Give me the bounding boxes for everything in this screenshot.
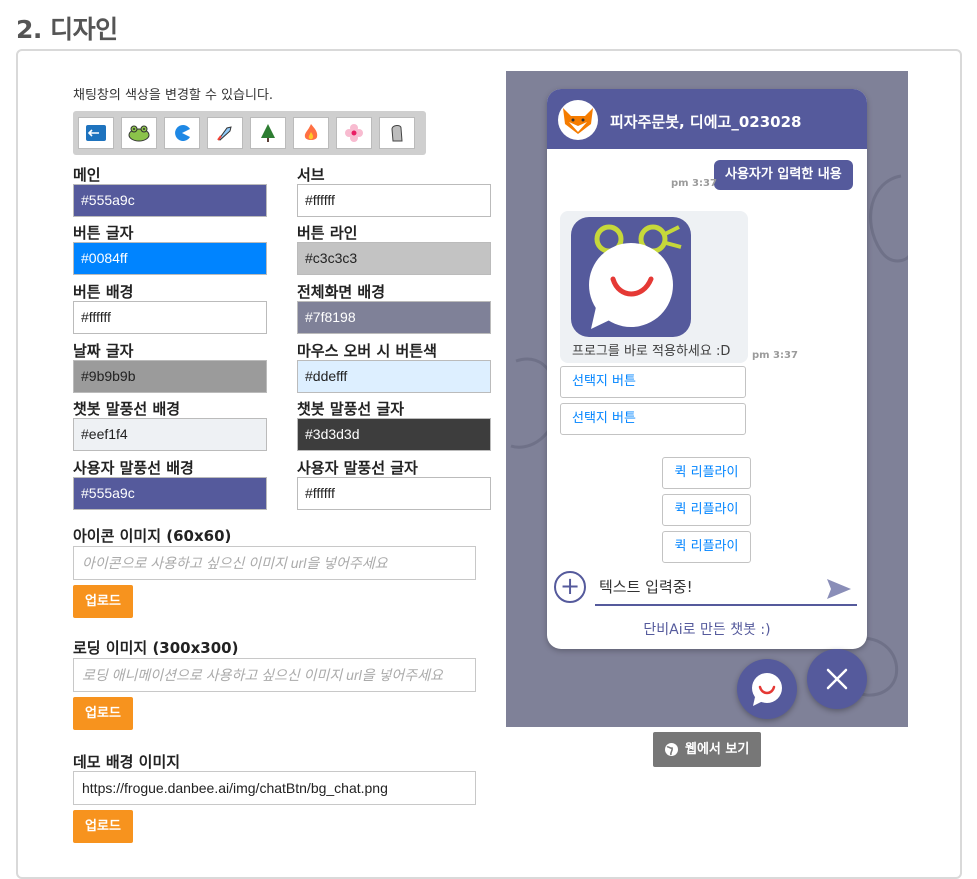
chat-launcher-button[interactable] <box>737 659 797 719</box>
theme-selector <box>73 111 426 155</box>
bot-message-text: 프로그를 바로 적용하세요 :D <box>572 344 731 359</box>
bot-avatar <box>558 100 598 140</box>
bot-bubble-bg-label: 챗봇 말풍선 배경 <box>73 400 181 418</box>
theme-flower-button[interactable] <box>336 117 372 149</box>
user-message-bubble: 사용자가 입력한 내용 <box>714 160 853 190</box>
user-message-time: pm 3:37 <box>671 178 717 189</box>
demo-bg-upload-button[interactable]: 업로드 <box>73 810 133 843</box>
globe-icon <box>665 743 678 756</box>
theme-fire-button[interactable] <box>293 117 329 149</box>
chat-header: 피자주문봇, 디에고_023028 <box>547 89 867 149</box>
sub-color-label: 서브 <box>297 166 325 184</box>
bot-message-bubble: 프로그를 바로 적용하세요 :D <box>560 211 748 363</box>
fullscreen-bg-color-input[interactable]: #7f8198 <box>297 301 491 334</box>
view-on-web-button[interactable]: 웹에서 보기 <box>653 732 761 767</box>
icon-image-url-input[interactable]: 아이콘으로 사용하고 싶으신 이미지 url을 넣어주세요 <box>73 546 476 580</box>
bot-bubble-text-input[interactable]: #3d3d3d <box>297 418 491 451</box>
view-on-web-label: 웹에서 보기 <box>685 742 750 757</box>
section-title: 2. 디자인 <box>16 15 118 44</box>
theme-rocket-button[interactable] <box>207 117 243 149</box>
theme-pacman-button[interactable] <box>164 117 200 149</box>
button-text-color-input[interactable]: #0084ff <box>73 242 267 275</box>
frogue-logo-icon <box>589 224 682 329</box>
user-bubble-bg-input[interactable]: #555a9c <box>73 477 267 510</box>
theme-back-button[interactable] <box>78 117 114 149</box>
user-bubble-text-label: 사용자 말풍선 글자 <box>297 459 418 477</box>
button-text-color-label: 버튼 글자 <box>73 224 134 242</box>
main-color-label: 메인 <box>73 166 101 184</box>
chat-bubble-icon <box>752 673 782 706</box>
user-bubble-text-input[interactable]: #ffffff <box>297 477 491 510</box>
close-chat-button[interactable] <box>807 649 867 709</box>
button-line-color-input[interactable]: #c3c3c3 <box>297 242 491 275</box>
close-icon <box>826 668 848 690</box>
demo-bg-label: 데모 배경 이미지 <box>73 753 181 771</box>
button-bg-color-input[interactable]: #ffffff <box>73 301 267 334</box>
fox-icon <box>563 108 593 134</box>
bot-bubble-text-label: 챗봇 말풍선 글자 <box>297 400 405 418</box>
quick-reply-button[interactable]: 퀵 리플라이 <box>662 494 751 526</box>
theme-stone-button[interactable] <box>379 117 415 149</box>
plus-icon[interactable]: + <box>554 571 586 603</box>
button-line-color-label: 버튼 라인 <box>297 224 358 242</box>
loading-image-label: 로딩 이미지 (300x300) <box>73 639 239 657</box>
loading-image-url-input[interactable]: 로딩 애니메이션으로 사용하고 싶으신 이미지 url을 넣어주세요 <box>73 658 476 692</box>
bot-bubble-bg-input[interactable]: #eef1f4 <box>73 418 267 451</box>
hover-button-color-input[interactable]: #ddefff <box>297 360 491 393</box>
chat-message-input[interactable]: 텍스트 입력중! <box>595 572 857 606</box>
chat-title: 피자주문봇, 디에고_023028 <box>610 113 802 131</box>
choice-button[interactable]: 선택지 버튼 <box>560 366 746 398</box>
icon-image-label: 아이콘 이미지 (60x60) <box>73 527 232 545</box>
user-bubble-bg-label: 사용자 말풍선 배경 <box>73 459 194 477</box>
choice-button[interactable]: 선택지 버튼 <box>560 403 746 435</box>
date-text-color-input[interactable]: #9b9b9b <box>73 360 267 393</box>
bot-message-time: pm 3:37 <box>752 350 798 361</box>
button-bg-color-label: 버튼 배경 <box>73 283 134 301</box>
design-description: 채팅창의 색상을 변경할 수 있습니다. <box>73 88 274 103</box>
loading-upload-button[interactable]: 업로드 <box>73 697 133 730</box>
hover-button-color-label: 마우스 오버 시 버튼색 <box>297 342 437 360</box>
chat-footer-text: 단비Ai로 만든 챗봇 :) <box>643 622 771 638</box>
frogue-logo-image <box>571 217 691 337</box>
date-text-color-label: 날짜 글자 <box>73 342 134 360</box>
fullscreen-bg-color-label: 전체화면 배경 <box>297 283 386 301</box>
icon-upload-button[interactable]: 업로드 <box>73 585 133 618</box>
bg-pattern-icon <box>869 174 908 263</box>
send-icon[interactable] <box>826 578 852 600</box>
sub-color-input[interactable]: #ffffff <box>297 184 491 217</box>
theme-frog-button[interactable] <box>121 117 157 149</box>
demo-bg-url-input[interactable]: https://frogue.danbee.ai/img/chatBtn/bg_… <box>73 771 476 805</box>
theme-tree-button[interactable] <box>250 117 286 149</box>
quick-reply-button[interactable]: 퀵 리플라이 <box>662 531 751 563</box>
quick-reply-button[interactable]: 퀵 리플라이 <box>662 457 751 489</box>
main-color-input[interactable]: #555a9c <box>73 184 267 217</box>
chat-window: 피자주문봇, 디에고_023028 사용자가 입력한 내용 pm 3:37 프로… <box>547 89 867 649</box>
